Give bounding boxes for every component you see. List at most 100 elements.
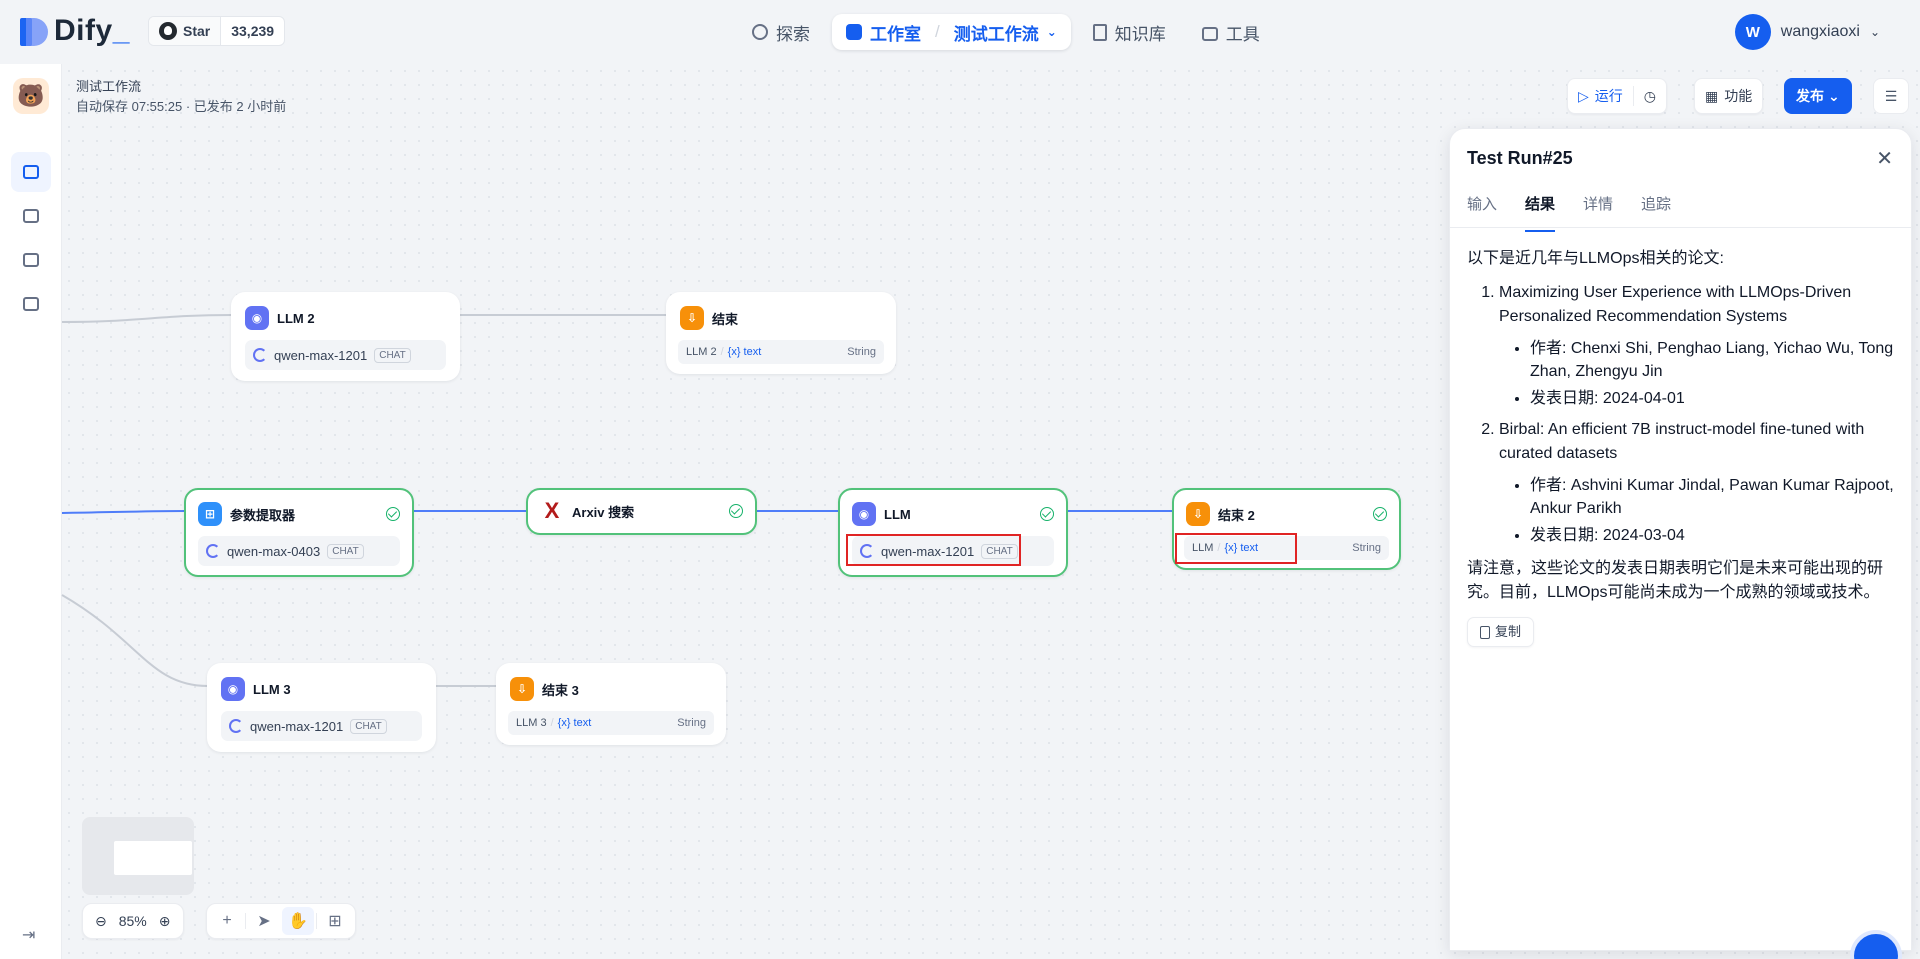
nav-studio[interactable]: 工作室 / 测试工作流 ⌄: [832, 14, 1071, 50]
collapse-sidebar-icon[interactable]: ⇥: [22, 925, 35, 945]
app-icon[interactable]: 🐻: [13, 78, 49, 114]
result-intro: 以下是近几年与LLMOps相关的论文:: [1467, 250, 1724, 267]
github-star-label: Star: [183, 23, 211, 39]
add-node-icon[interactable]: +: [211, 907, 243, 935]
dify-logo[interactable]: Dify_: [20, 14, 130, 48]
model-selector: qwen-max-1201 CHAT: [245, 340, 446, 370]
variable-source: LLM: [1192, 542, 1214, 554]
list-item: Maximizing User Experience with LLMOps-D…: [1499, 281, 1897, 410]
success-check-icon: [1373, 507, 1387, 521]
checklist-button[interactable]: ☰: [1873, 78, 1909, 114]
sidebar-item-api[interactable]: [11, 196, 51, 236]
llm-icon: ◉: [245, 306, 269, 330]
file-search-icon: [23, 253, 39, 267]
logo-underscore: _: [112, 14, 130, 47]
copy-button[interactable]: 复制: [1467, 617, 1535, 647]
node-title: LLM: [884, 506, 911, 522]
variable-name: {x} text: [727, 346, 762, 358]
paper-authors: 作者: Ashvini Kumar Jindal, Pawan Kumar Ra…: [1530, 474, 1897, 520]
node-llm-2[interactable]: ◉ LLM 2 qwen-max-1201 CHAT: [231, 292, 460, 381]
nav-tools[interactable]: 工具: [1188, 14, 1274, 50]
play-icon: ▷: [1578, 87, 1589, 104]
orchestrate-icon: [23, 165, 39, 179]
publish-label: 发布: [1796, 88, 1824, 104]
node-parameter-extractor[interactable]: ⊞ 参数提取器 qwen-max-0403 CHAT: [184, 488, 414, 577]
end-icon: ⇩: [510, 677, 534, 701]
nav-explore[interactable]: 探索: [738, 14, 824, 50]
avatar: W: [1734, 14, 1771, 50]
node-title: 结束: [712, 311, 739, 327]
node-llm[interactable]: ◉ LLM qwen-max-1201 CHAT: [838, 488, 1068, 577]
test-run-panel: Test Run#25 ✕ 输入 结果 详情 追踪 以下是近几年与LLMOps相…: [1449, 128, 1912, 951]
model-name: qwen-max-1201: [274, 347, 368, 363]
run-history-button[interactable]: ◷: [1634, 79, 1666, 113]
arxiv-icon: X: [544, 498, 560, 523]
chevron-down-icon: ⌄: [1828, 87, 1840, 104]
nav-knowledge-label: 知识库: [1114, 24, 1166, 44]
features-button[interactable]: ▦ 功能: [1694, 78, 1764, 114]
features-label: 功能: [1724, 88, 1753, 104]
variable-name: {x} text: [557, 717, 592, 729]
qwen-icon: [860, 544, 874, 558]
checklist-icon: ☰: [1884, 87, 1898, 104]
grid-icon: ▦: [1705, 87, 1719, 104]
model-mode-tag: CHAT: [981, 543, 1018, 559]
hand-icon[interactable]: ✋: [282, 907, 314, 935]
sidebar-item-logs[interactable]: [11, 240, 51, 280]
model-mode-tag: CHAT: [374, 347, 411, 363]
github-icon: [159, 22, 177, 40]
paper-list: Maximizing User Experience with LLMOps-D…: [1467, 281, 1897, 547]
zoom-controls: ⊖ 85% ⊕: [82, 903, 184, 939]
canvas-tools: + ➤ ✋ ⊞: [206, 903, 356, 939]
robot-icon: [846, 24, 862, 40]
user-name: wangxiaoxi: [1780, 23, 1860, 40]
node-end-2[interactable]: ⇩ 结束 2 LLM / {x} text String: [1172, 488, 1401, 570]
success-check-icon: [386, 507, 400, 521]
end-icon: ⇩: [1186, 502, 1210, 526]
copy-label: 复制: [1495, 624, 1522, 639]
node-title: 参数提取器: [230, 507, 296, 523]
sidebar-item-monitoring[interactable]: [11, 284, 51, 324]
node-title: LLM 3: [253, 681, 291, 697]
model-selector: qwen-max-1201 CHAT: [221, 711, 422, 741]
chevron-down-icon: ⌄: [1869, 25, 1880, 39]
node-end[interactable]: ⇩ 结束 LLM 2 / {x} text String: [666, 292, 896, 374]
nav-knowledge[interactable]: 知识库: [1079, 14, 1180, 50]
chevron-down-icon: ⌄: [1046, 25, 1057, 39]
node-llm-3[interactable]: ◉ LLM 3 qwen-max-1201 CHAT: [207, 663, 436, 752]
zoom-out-icon[interactable]: ⊖: [91, 913, 111, 930]
llm-icon: ◉: [852, 502, 876, 526]
close-icon[interactable]: ✕: [1876, 146, 1893, 171]
output-variable: LLM / {x} text String: [1184, 536, 1389, 560]
workflow-title: 测试工作流: [76, 79, 142, 94]
zoom-in-icon[interactable]: ⊕: [155, 913, 175, 930]
run-button[interactable]: ▷ 运行: [1568, 79, 1633, 113]
clipboard-icon: [1480, 625, 1490, 639]
node-title: Arxiv 搜索: [572, 504, 635, 520]
model-name: qwen-max-0403: [227, 543, 321, 559]
publish-button[interactable]: 发布 ⌄: [1784, 78, 1852, 114]
run-toolbar: ▷ 运行 ◷: [1567, 78, 1667, 114]
terminal-icon: [23, 209, 39, 223]
node-end-3[interactable]: ⇩ 结束 3 LLM 3 / {x} text String: [496, 663, 726, 745]
current-app-selector[interactable]: 测试工作流: [954, 20, 1039, 45]
zoom-level[interactable]: 85%: [115, 913, 151, 929]
model-selector: qwen-max-1201 CHAT: [852, 536, 1054, 566]
github-star-button[interactable]: Star 33,239: [148, 16, 286, 46]
chart-icon: [23, 297, 39, 311]
pointer-icon[interactable]: ➤: [248, 907, 280, 935]
node-arxiv-search[interactable]: X Arxiv 搜索: [526, 488, 757, 535]
qwen-icon: [229, 719, 243, 733]
user-menu[interactable]: W wangxiaoxi ⌄: [1734, 14, 1880, 50]
nav-explore-label: 探索: [776, 24, 810, 44]
toolbox-icon: [1201, 26, 1218, 41]
panel-title: Test Run#25: [1467, 148, 1573, 168]
nav-tools-label: 工具: [1225, 24, 1260, 44]
minimap-viewport[interactable]: [114, 841, 192, 875]
organize-layout-icon[interactable]: ⊞: [319, 907, 351, 935]
sidebar-item-orchestrate[interactable]: [11, 152, 51, 192]
node-title: LLM 2: [277, 310, 315, 326]
paper-date: 发表日期: 2024-04-01: [1530, 387, 1897, 410]
variable-name: {x} text: [1224, 542, 1259, 554]
minimap[interactable]: [82, 817, 194, 895]
